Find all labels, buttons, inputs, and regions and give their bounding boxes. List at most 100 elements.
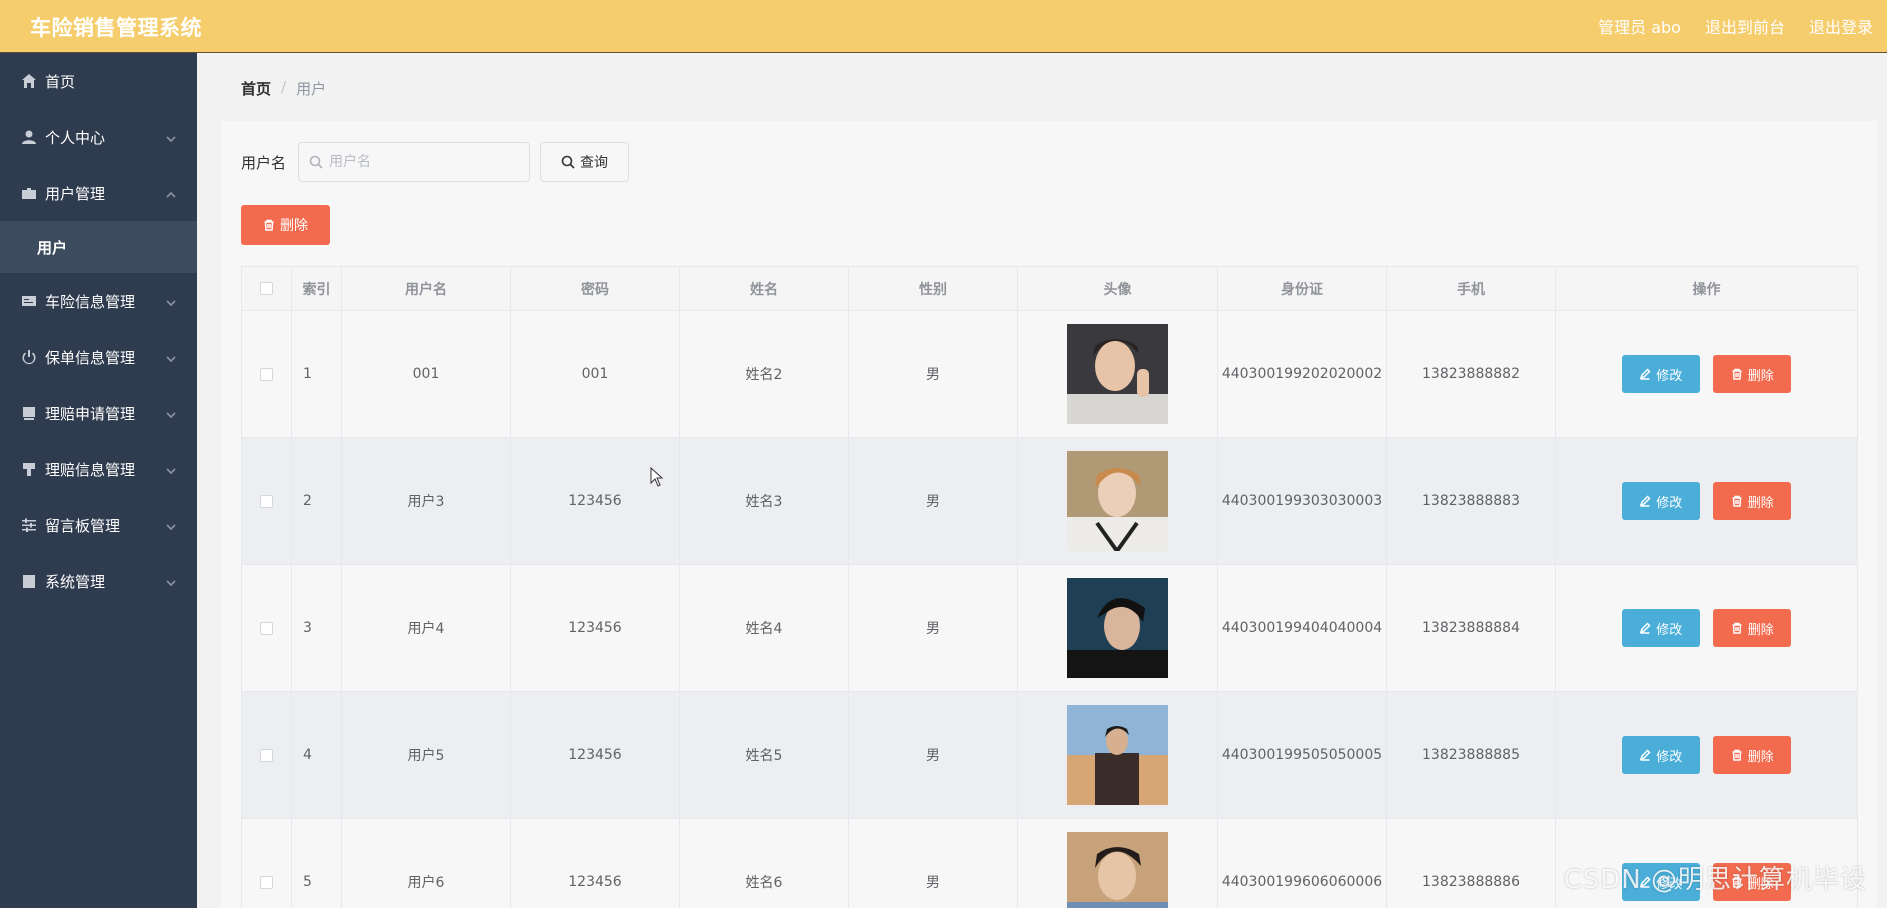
sidebar-item-label: 保单信息管理 (45, 348, 136, 367)
delete-button[interactable]: 删除 (1713, 482, 1792, 520)
sidebar-item-label: 用户管理 (45, 184, 106, 203)
edit-button-label: 修改 (1656, 495, 1683, 511)
sidebar-item-personal-center[interactable]: 个人中心 (0, 109, 197, 165)
cell-avatar (1017, 564, 1218, 692)
sidebar-item-user-management[interactable]: 用户管理 (0, 165, 197, 221)
column-header[interactable]: 用户名 (341, 266, 511, 311)
sidebar-item-system[interactable]: 系统管理 (0, 553, 197, 609)
cell-phone: 13823888882 (1386, 310, 1556, 438)
user-icon (21, 129, 37, 145)
top-header: 车险销售管理系统 管理员 abo 退出到前台 退出登录 (0, 0, 1887, 53)
delete-button[interactable]: 删除 (1713, 736, 1792, 774)
row-checkbox[interactable] (260, 621, 273, 635)
delete-button[interactable]: 删除 (1713, 609, 1792, 647)
home-icon (21, 73, 37, 89)
edit-button[interactable]: 修改 (1621, 355, 1700, 393)
cell-name: 姓名4 (679, 564, 849, 692)
app-title: 车险销售管理系统 (30, 16, 202, 40)
row-checkbox[interactable] (260, 875, 273, 889)
search-input-wrapper[interactable] (298, 142, 531, 182)
select-all-checkbox[interactable] (260, 282, 273, 295)
sidebar-item-claim-application[interactable]: 理赔申请管理 (0, 385, 197, 441)
mouse-cursor-icon (650, 467, 664, 487)
card-icon (21, 293, 37, 309)
cell-gender: 男 (848, 437, 1018, 565)
table-header-row: 索引 用户名 密码 姓名 性别 头像 身份证 手机 操作 (241, 266, 1858, 311)
exit-to-front-link[interactable]: 退出到前台 (1705, 14, 1785, 38)
column-header: 操作 (1555, 266, 1858, 311)
breadcrumb-separator: / (281, 78, 287, 96)
table-row[interactable]: 2 用户3 123456 姓名3 男 440300199303030003 13… (241, 437, 1858, 565)
logout-link[interactable]: 退出登录 (1809, 14, 1873, 38)
table-row[interactable]: 4 用户5 123456 姓名5 男 440300199505050005 13… (241, 691, 1858, 819)
column-header[interactable]: 性别 (848, 266, 1018, 311)
column-header[interactable]: 身份证 (1217, 266, 1387, 311)
admin-user-link[interactable]: 管理员 abo (1598, 14, 1681, 38)
sidebar-subitem-users[interactable]: 用户 (0, 221, 197, 273)
username-search-input[interactable] (329, 154, 520, 170)
breadcrumb-home[interactable]: 首页 (241, 78, 271, 99)
cell-index: 1 (291, 310, 342, 438)
column-header[interactable]: 头像 (1017, 266, 1218, 311)
search-icon (309, 155, 323, 169)
table-row[interactable]: 3 用户4 123456 姓名4 男 440300199404040004 13… (241, 564, 1858, 692)
avatar-image[interactable] (1067, 451, 1168, 551)
cell-id-card: 440300199202020002 (1217, 310, 1387, 438)
box-icon (21, 405, 37, 421)
cell-password: 123456 (510, 818, 680, 908)
cell-name: 姓名3 (679, 437, 849, 565)
sidebar-item-label: 系统管理 (45, 572, 106, 591)
sidebar-item-claim-info[interactable]: 理赔信息管理 (0, 441, 197, 497)
sidebar-item-policy[interactable]: 保单信息管理 (0, 329, 197, 385)
query-button[interactable]: 查询 (540, 142, 630, 182)
cell-password: 123456 (510, 691, 680, 819)
chevron-down-icon (165, 463, 177, 475)
cell-index: 2 (291, 437, 342, 565)
cell-username: 001 (341, 310, 511, 438)
batch-delete-button[interactable]: 删除 (241, 205, 330, 245)
sidebar-item-message-board[interactable]: 留言板管理 (0, 497, 197, 553)
select-all-cell (241, 266, 292, 311)
cell-phone: 13823888884 (1386, 564, 1556, 692)
cell-name: 姓名6 (679, 818, 849, 908)
folder-icon (21, 185, 37, 201)
cell-avatar (1017, 818, 1218, 908)
cell-actions: 修改 删除 (1555, 437, 1858, 565)
cell-username: 用户4 (341, 564, 511, 692)
row-checkbox[interactable] (260, 367, 273, 381)
cell-index: 4 (291, 691, 342, 819)
column-header[interactable]: 索引 (291, 266, 342, 311)
row-checkbox[interactable] (260, 748, 273, 762)
chevron-up-icon (165, 187, 177, 199)
cell-gender: 男 (848, 818, 1018, 908)
edit-button-label: 修改 (1656, 622, 1683, 638)
breadcrumb: 首页 / 用户 (241, 78, 326, 99)
power-icon (21, 349, 37, 365)
avatar-image[interactable] (1067, 832, 1168, 908)
search-icon (561, 155, 575, 169)
sidebar-item-home[interactable]: 首页 (0, 53, 197, 109)
avatar-image[interactable] (1067, 324, 1168, 424)
avatar-image[interactable] (1067, 578, 1168, 678)
table-row[interactable]: 1 001 001 姓名2 男 440300199202020002 13823… (241, 310, 1858, 438)
delete-button[interactable]: 删除 (1713, 355, 1792, 393)
column-header[interactable]: 姓名 (679, 266, 849, 311)
cell-id-card: 440300199303030003 (1217, 437, 1387, 565)
edit-button[interactable]: 修改 (1621, 482, 1700, 520)
sidebar-item-label: 理赔信息管理 (45, 460, 136, 479)
column-header[interactable]: 手机 (1386, 266, 1556, 311)
cell-gender: 男 (848, 564, 1018, 692)
edit-button[interactable]: 修改 (1621, 609, 1700, 647)
column-header[interactable]: 密码 (510, 266, 680, 311)
sidebar-item-car-insurance[interactable]: 车险信息管理 (0, 273, 197, 329)
cell-phone: 13823888885 (1386, 691, 1556, 819)
stamp-icon (21, 461, 37, 477)
cell-id-card: 440300199404040004 (1217, 564, 1387, 692)
search-form: 用户名 查询 (241, 142, 630, 182)
row-checkbox[interactable] (260, 494, 273, 508)
users-table: 索引 用户名 密码 姓名 性别 头像 身份证 手机 操作 1 001 001 姓… (241, 266, 1858, 908)
trash-icon (1732, 495, 1742, 507)
edit-button[interactable]: 修改 (1621, 736, 1700, 774)
sidebar-item-label: 首页 (45, 72, 76, 91)
avatar-image[interactable] (1067, 705, 1168, 805)
